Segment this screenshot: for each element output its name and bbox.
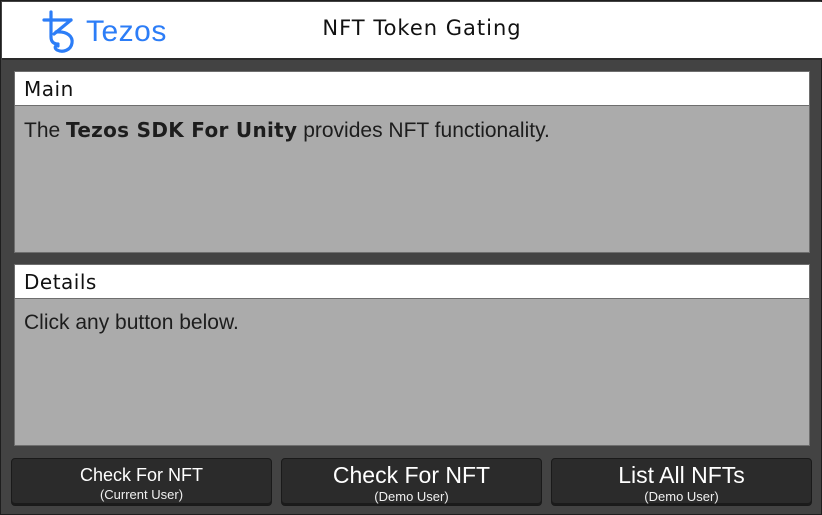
main-panel-title: Main [15, 72, 809, 106]
button-label: Check For NFT [332, 462, 491, 488]
main-text-prefix: The [24, 119, 67, 142]
button-sublabel: (Demo User) [374, 489, 449, 504]
details-panel-title: Details [15, 265, 809, 299]
button-label: List All NFTs [618, 462, 745, 488]
main-panel: Main The Tezos SDK For Unity provides NF… [14, 71, 810, 253]
app-window: Tezos NFT Token Gating Main The Tezos SD… [0, 0, 822, 515]
details-panel: Details Click any button below. [14, 264, 810, 446]
main-panel-text: The Tezos SDK For Unity provides NFT fun… [15, 106, 809, 155]
check-nft-current-user-button[interactable]: Check For NFT (Current User) [11, 458, 272, 506]
page-title: NFT Token Gating [322, 16, 522, 40]
button-label: Check For NFT [79, 465, 203, 485]
main-text-suffix: provides NFT functionality. [297, 119, 550, 142]
button-sublabel: (Current User) [99, 487, 184, 502]
details-panel-text: Click any button below. [24, 311, 239, 334]
main-text-bold: Tezos SDK For Unity [66, 118, 298, 142]
header-bar: Tezos NFT Token Gating [2, 2, 822, 60]
list-all-nfts-button[interactable]: List All NFTs (Demo User) [551, 458, 812, 506]
check-nft-demo-user-button[interactable]: Check For NFT (Demo User) [281, 458, 542, 506]
button-sublabel: (Demo User) [644, 489, 719, 504]
